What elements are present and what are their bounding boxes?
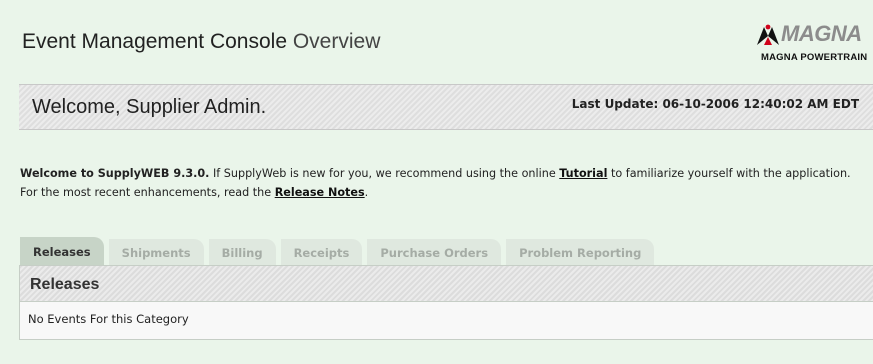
intro-paragraph: Welcome to SupplyWEB 9.3.0. If SupplyWeb…	[20, 164, 870, 202]
tab-purchase-orders[interactable]: Purchase Orders	[367, 239, 502, 267]
welcome-greeting: Welcome, Supplier Admin.	[32, 96, 267, 118]
category-tabs: Releases Shipments Billing Receipts Purc…	[20, 237, 659, 267]
logo-brand-text: MAGNA	[781, 21, 862, 46]
events-panel: Releases No Events For this Category	[19, 265, 873, 340]
tab-releases[interactable]: Releases	[20, 237, 104, 267]
intro-text-1: If SupplyWeb is new for you, we recommen…	[209, 167, 560, 180]
page-title: Event Management Console Overview	[22, 30, 380, 54]
panel-heading: Releases	[20, 266, 873, 302]
logo-subtitle: MAGNA POWERTRAIN	[761, 52, 868, 63]
page-title-main: Event Management Console	[22, 30, 287, 53]
last-update-timestamp: Last Update: 06-10-2006 12:40:02 AM EDT	[571, 97, 859, 111]
tab-billing[interactable]: Billing	[208, 239, 276, 267]
welcome-bar: Welcome, Supplier Admin. Last Update: 06…	[19, 84, 873, 130]
empty-events-message: No Events For this Category	[20, 302, 873, 339]
tab-shipments[interactable]: Shipments	[108, 239, 204, 267]
company-logo: MAGNA MAGNA POWERTRAIN	[755, 20, 873, 70]
magna-logo-mark-icon	[757, 24, 779, 45]
page-title-sub: Overview	[292, 30, 381, 53]
tab-problem-reporting[interactable]: Problem Reporting	[506, 239, 655, 267]
tab-receipts[interactable]: Receipts	[280, 239, 363, 267]
tutorial-link[interactable]: Tutorial	[559, 167, 607, 180]
intro-lead: Welcome to SupplyWEB 9.3.0.	[20, 167, 210, 180]
release-notes-link[interactable]: Release Notes	[275, 186, 365, 199]
intro-text-3: .	[364, 186, 369, 199]
